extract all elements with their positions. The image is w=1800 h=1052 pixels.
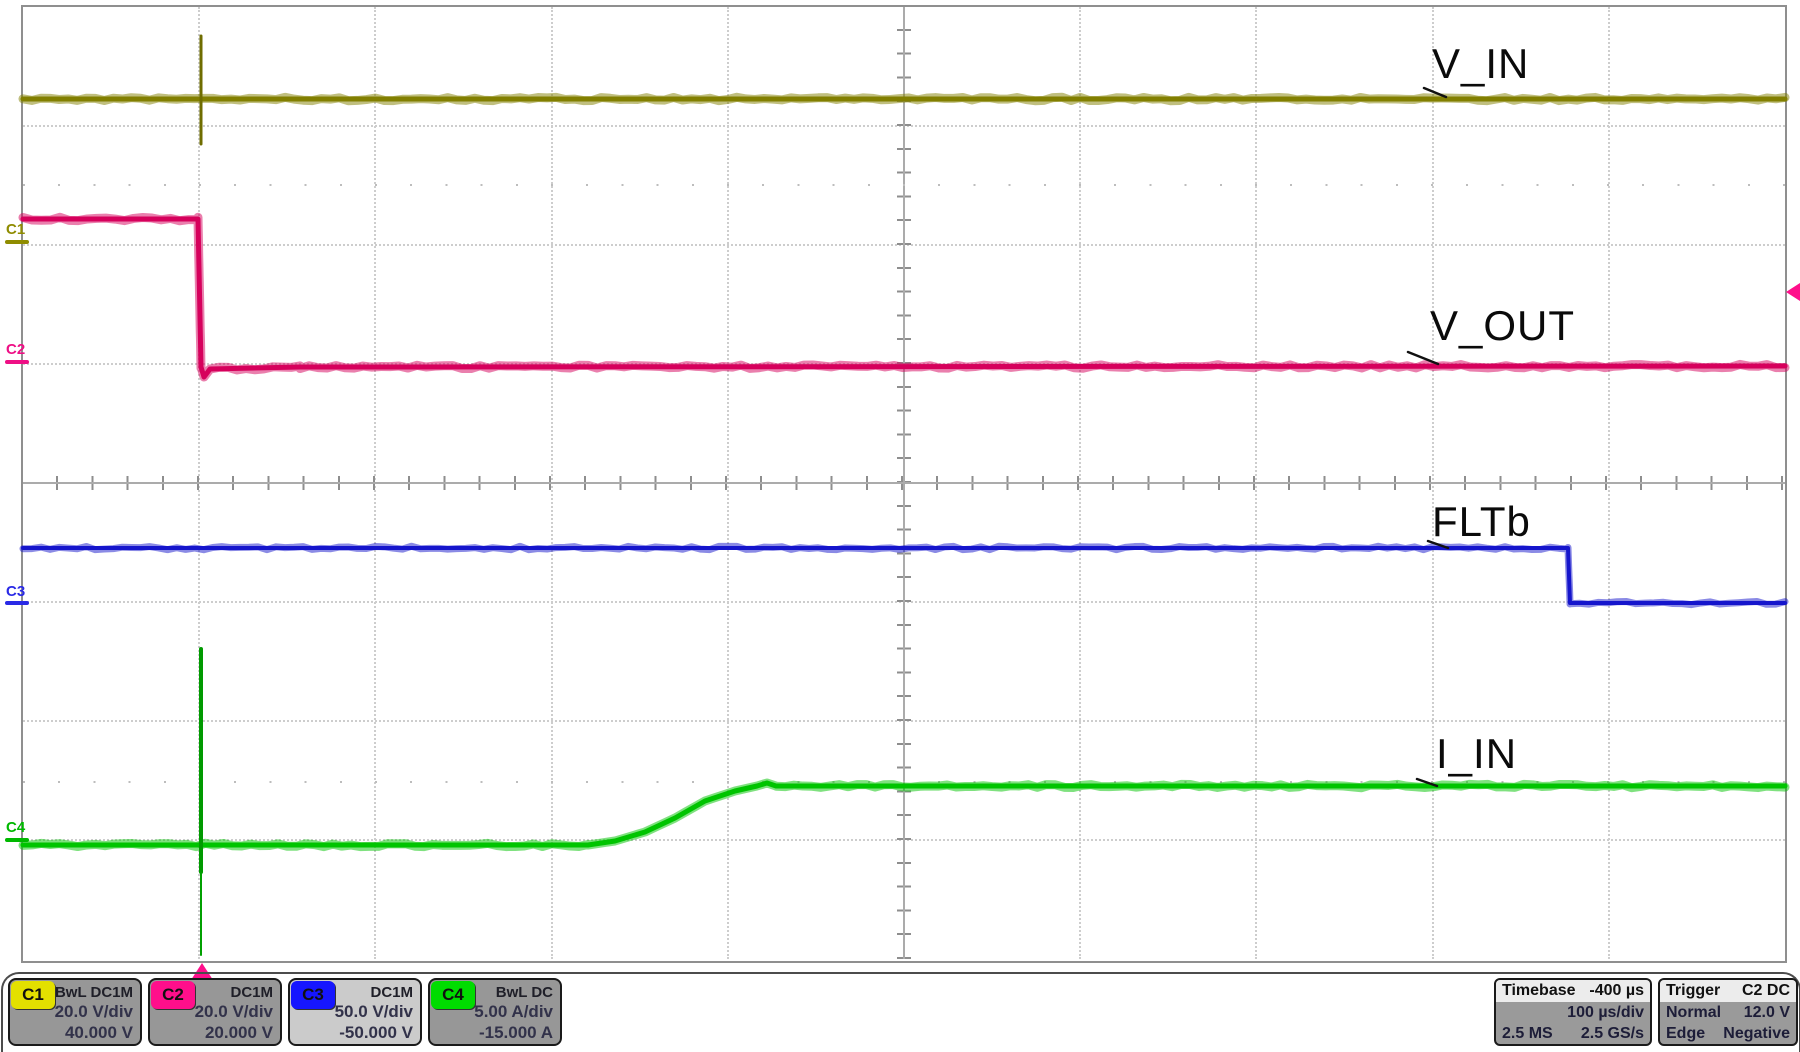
trace-label-vout: V_OUT [1430,302,1575,350]
channel-marker-c1-dash [5,240,29,244]
channel-chip-c3: C3 [291,981,335,1009]
channel-marker-c3-dash [5,601,29,605]
trigger-panel[interactable]: Trigger C2 DC Normal 12.0 V Edge Negativ… [1658,978,1798,1046]
channel-offset-c3: -50.000 V [339,1023,413,1043]
channel-chip-c4: C4 [431,981,475,1009]
channel-offset-c1: 40.000 V [65,1023,133,1043]
channel-descriptor-c3[interactable]: C3 DC1M 50.0 V/div -50.000 V [288,978,422,1046]
trace-label-vin: V_IN [1432,40,1529,88]
channel-offset-c4: -15.000 A [479,1023,553,1043]
trigger-level-marker-icon[interactable] [1786,283,1800,301]
timebase-per-div: 100 µs/div [1567,1004,1644,1022]
channel-scale-c4: 5.00 A/div [474,1002,553,1022]
timebase-panel[interactable]: Timebase -400 µs 100 µs/div 2.5 MS 2.5 G… [1494,978,1652,1046]
channel-marker-c4-dash [5,838,29,842]
channel-scale-c1: 20.0 V/div [55,1002,133,1022]
channel-chip-c2: C2 [151,981,195,1009]
trigger-level: 12.0 V [1744,1004,1790,1022]
channel-descriptor-c4[interactable]: C4 BwL DC 5.00 A/div -15.000 A [428,978,562,1046]
timebase-sample-rate: 2.5 GS/s [1581,1025,1644,1043]
trigger-source: C2 DC [1742,982,1790,1000]
channel-coupling-c2: DC1M [230,984,273,1001]
timebase-title: Timebase [1502,982,1576,1000]
timebase-record-length: 2.5 MS [1502,1025,1553,1043]
channel-descriptor-c1[interactable]: C1 BwL DC1M 20.0 V/div 40.000 V [8,978,142,1046]
minor-dot-row-upper [23,184,1785,186]
timebase-delay: -400 µs [1589,982,1644,1000]
channel-coupling-c3: DC1M [370,984,413,1001]
trigger-slope: Negative [1723,1025,1790,1043]
oscilloscope-display: V_IN V_OUT FLTb I_IN C1 C2 C3 C4 C1 BwL … [0,0,1800,1050]
channel-coupling-c1: BwL DC1M [55,984,133,1001]
trigger-mode: Normal [1666,1004,1721,1022]
minor-dot-row-lower [23,781,1785,783]
center-vertical-axis [903,7,905,959]
trace-label-fltb: FLTb [1432,498,1531,546]
channel-scale-c2: 20.0 V/div [195,1002,273,1022]
channel-marker-c1[interactable]: C1 [6,222,25,237]
trace-label-iin: I_IN [1436,730,1517,778]
channel-marker-c4[interactable]: C4 [6,820,25,835]
channel-marker-c2-dash [5,360,29,364]
channel-marker-c3[interactable]: C3 [6,584,25,599]
channel-chip-c1: C1 [11,981,55,1009]
channel-descriptor-c2[interactable]: C2 DC1M 20.0 V/div 20.000 V [148,978,282,1046]
channel-marker-c2[interactable]: C2 [6,342,25,357]
channel-coupling-c4: BwL DC [496,984,553,1001]
trigger-title: Trigger [1666,982,1720,1000]
channel-offset-c2: 20.000 V [205,1023,273,1043]
channel-scale-c3: 50.0 V/div [335,1002,413,1022]
trigger-type: Edge [1666,1025,1705,1043]
